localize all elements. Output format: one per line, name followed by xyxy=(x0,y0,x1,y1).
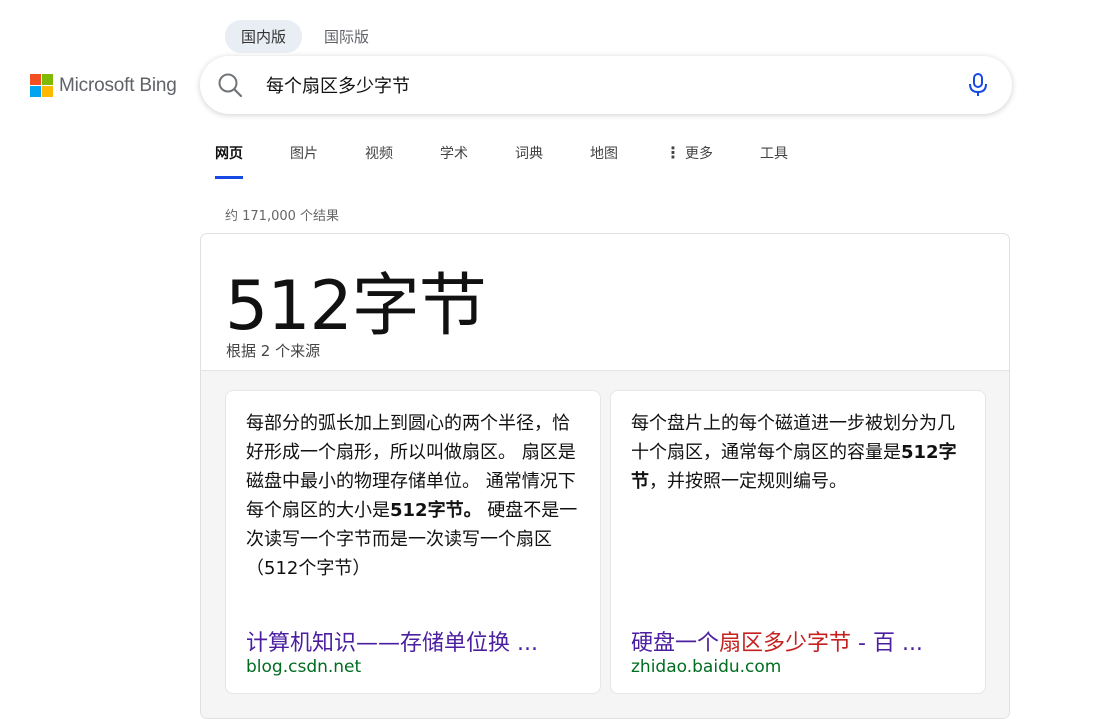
tab-academic[interactable]: 学术 xyxy=(440,134,468,179)
source-snippet: 每个盘片上的每个磁道进一步被划分为几十个扇区，通常每个扇区的容量是512字节，并… xyxy=(631,413,957,492)
answer-value: 512字节 xyxy=(225,267,487,346)
search-nav: 网页 图片 视频 学术 词典 地图 ⋮ 更多 工具 xyxy=(215,134,835,179)
source-cards: 每部分的弧长加上到圆心的两个半径，恰好形成一个扇形，所以叫做扇区。 扇区是磁盘中… xyxy=(201,371,1009,718)
search-input[interactable] xyxy=(264,73,948,97)
tab-web[interactable]: 网页 xyxy=(215,134,243,179)
source-card[interactable]: 每个盘片上的每个磁道进一步被划分为几十个扇区，通常每个扇区的容量是512字节，并… xyxy=(610,390,986,694)
tab-international[interactable]: 国际版 xyxy=(308,20,385,53)
more-label: 更多 xyxy=(685,146,713,162)
brand-name: Microsoft Bing xyxy=(59,74,177,96)
tab-videos[interactable]: 视频 xyxy=(365,134,393,179)
tab-more[interactable]: ⋮ 更多 xyxy=(665,134,713,179)
search-box xyxy=(200,56,1012,114)
source-snippet: 每部分的弧长加上到圆心的两个半径，恰好形成一个扇形，所以叫做扇区。 扇区是磁盘中… xyxy=(246,413,578,579)
source-title-link[interactable]: 计算机知识——存储单位换 ... xyxy=(246,625,586,657)
tab-dictionary[interactable]: 词典 xyxy=(515,134,543,179)
tab-tools[interactable]: 工具 xyxy=(760,134,788,179)
source-card[interactable]: 每部分的弧长加上到圆心的两个半径，恰好形成一个扇形，所以叫做扇区。 扇区是磁盘中… xyxy=(225,390,601,694)
answer-card: 512字节 根据 2 个来源 每部分的弧长加上到圆心的两个半径，恰好形成一个扇形… xyxy=(200,233,1010,719)
source-domain: zhidao.baidu.com xyxy=(631,657,782,677)
microphone-icon[interactable] xyxy=(966,72,990,98)
sources-note: 根据 2 个来源 xyxy=(226,342,321,360)
region-tabs: 国内版 国际版 xyxy=(225,20,385,53)
tab-domestic[interactable]: 国内版 xyxy=(225,20,303,53)
source-title-link[interactable]: 硬盘一个扇区多少字节 - 百 ... xyxy=(631,625,971,657)
bing-logo[interactable]: Microsoft Bing xyxy=(30,74,177,97)
microsoft-logo-icon xyxy=(30,74,53,97)
more-dots-icon: ⋮ xyxy=(665,143,681,162)
tab-maps[interactable]: 地图 xyxy=(590,134,618,179)
result-count: 约 171,000 个结果 xyxy=(225,209,340,224)
source-domain: blog.csdn.net xyxy=(246,657,362,677)
answer-header: 512字节 根据 2 个来源 xyxy=(201,234,1009,371)
search-icon[interactable] xyxy=(216,71,244,99)
tab-images[interactable]: 图片 xyxy=(290,134,318,179)
